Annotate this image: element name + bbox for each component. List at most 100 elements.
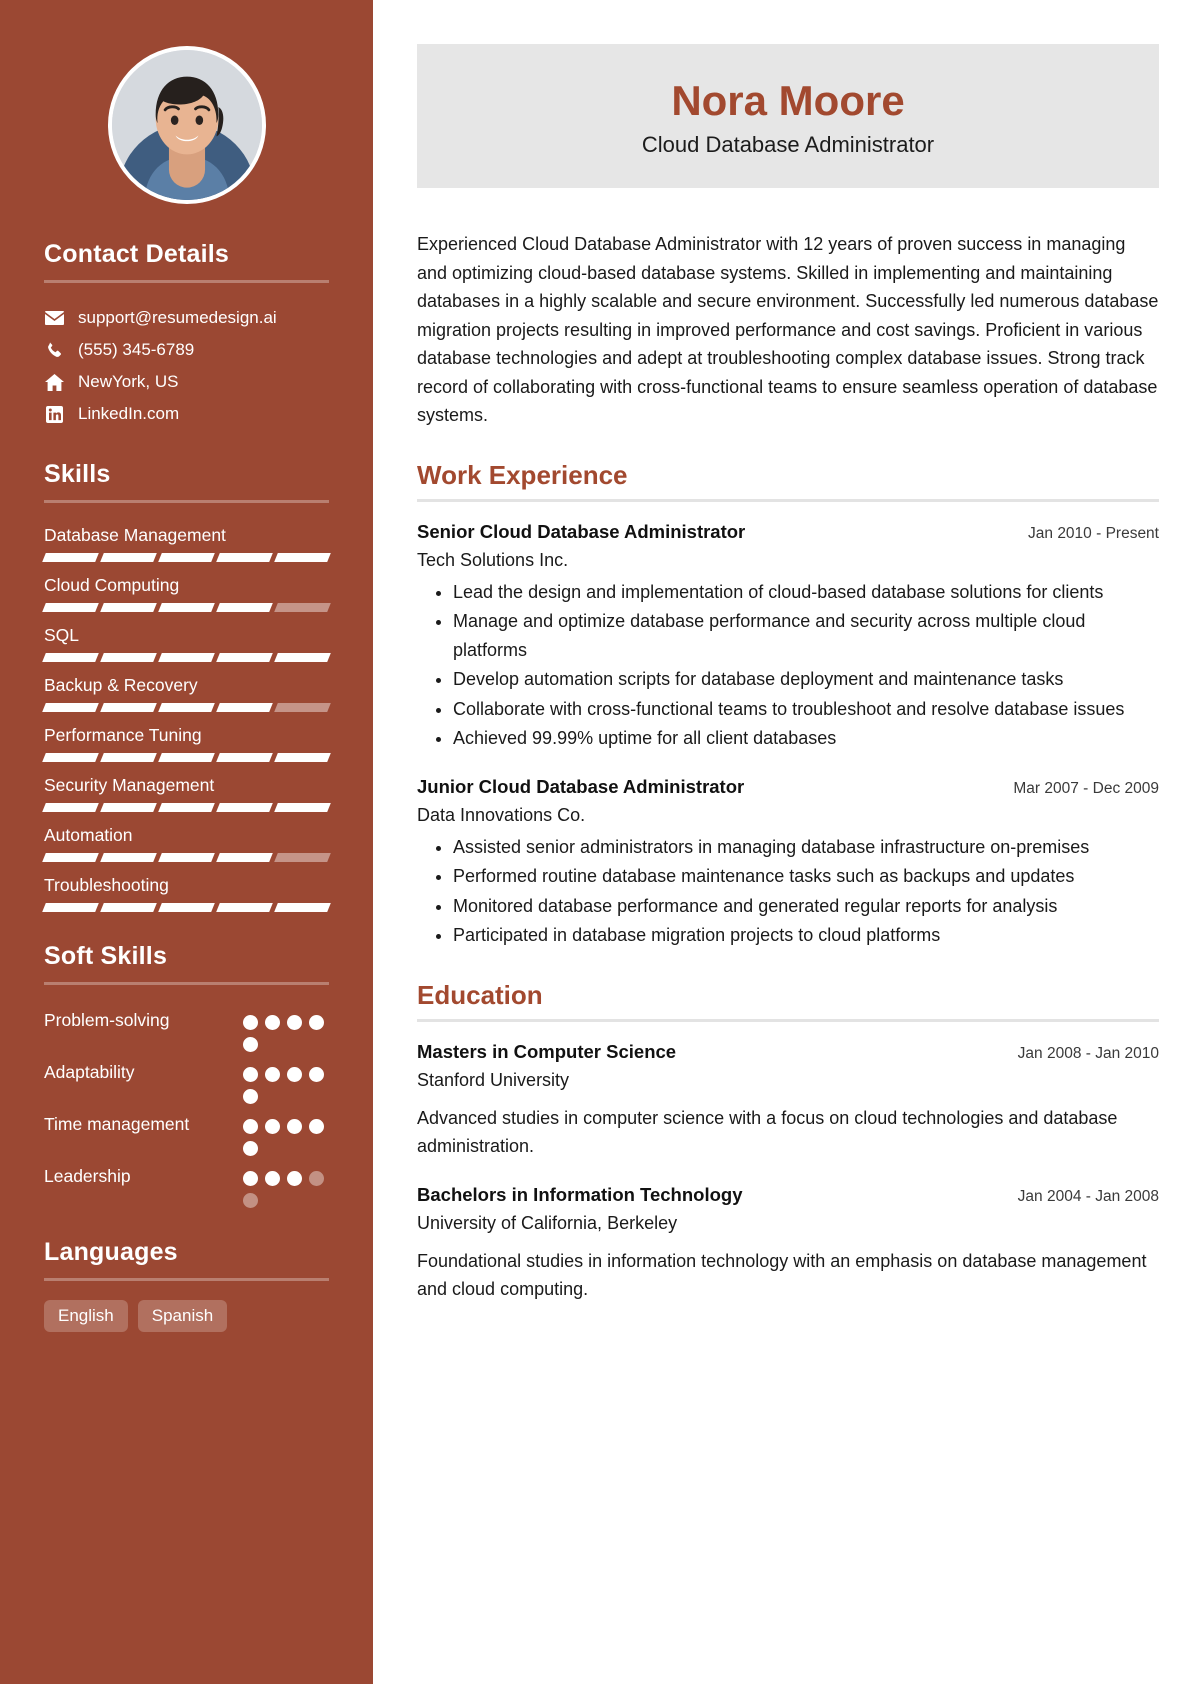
skill-segment (42, 653, 99, 662)
divider (44, 280, 329, 283)
main-content: Nora Moore Cloud Database Administrator … (373, 0, 1200, 1684)
skill-segment (158, 803, 215, 812)
soft-skills-list: Problem-solving Adaptability Time manageme… (44, 1004, 329, 1208)
skill-segment (274, 903, 331, 912)
contact-item-location[interactable]: NewYork, US (44, 366, 329, 398)
rating-dot (309, 1015, 324, 1030)
sidebar: Contact Details support@resumedesign.ai … (0, 0, 373, 1684)
skill-label: Cloud Computing (44, 575, 180, 595)
rating-dot (243, 1089, 258, 1104)
languages-heading: Languages (44, 1238, 178, 1266)
work-bullet: Lead the design and implementation of cl… (453, 578, 1159, 607)
rating-dot (243, 1037, 258, 1052)
profile-photo-icon (111, 50, 262, 200)
soft-skill-row: Leadership (44, 1160, 329, 1208)
work-bullet: Manage and optimize database performance… (453, 607, 1159, 664)
education-description: Foundational studies in information tech… (417, 1250, 1147, 1300)
skill-segment (42, 903, 99, 912)
work-bullet: Collaborate with cross-functional teams … (453, 695, 1159, 724)
divider (44, 982, 329, 985)
education-date-range: Jan 2008 - Jan 2010 (1017, 1044, 1159, 1062)
rating-dot (287, 1067, 302, 1082)
skill-segment (274, 703, 331, 712)
contact-location-text: NewYork, US (78, 372, 179, 391)
rating-dot (287, 1015, 302, 1030)
work-bullet: Develop automation scripts for database … (453, 665, 1159, 694)
rating-dot (243, 1141, 258, 1156)
skill-segment (100, 903, 157, 912)
education-entry-header: Masters in Computer Science Jan 2008 - Ja… (417, 1038, 1159, 1066)
divider (417, 498, 1159, 502)
languages-section: Languages English Spanish (44, 1238, 329, 1332)
education-description: Advanced studies in computer science wit… (417, 1107, 1118, 1157)
skill-label: Automation (44, 825, 133, 845)
page-title: Nora Moore (671, 77, 905, 124)
education-degree: Bachelors in Information Technology (417, 1183, 743, 1205)
work-bullet: Achieved 99.99% uptime for all client da… (453, 724, 1159, 753)
skill-segment (216, 703, 273, 712)
rating-dot (265, 1067, 280, 1082)
skill-segment (158, 603, 215, 612)
contact-item-email[interactable]: support@resumedesign.ai (44, 302, 329, 334)
education-section: Education Masters in Computer Science Jan… (417, 980, 1159, 1304)
home-icon (44, 373, 65, 391)
skill-segment (216, 903, 273, 912)
skill-segment (158, 553, 215, 562)
avatar (107, 46, 266, 204)
soft-skill-label: Time management (44, 1114, 190, 1134)
work-bullet: Assisted senior administrators in managi… (453, 833, 1159, 862)
skill-level-bar (42, 603, 331, 612)
rating-dot (287, 1171, 302, 1186)
skill-segment (100, 803, 157, 812)
language-chip[interactable]: English (44, 1300, 128, 1332)
education-date-range: Jan 2004 - Jan 2008 (1017, 1187, 1159, 1205)
divider (44, 500, 329, 503)
education-school: University of California, Berkeley (417, 1212, 678, 1233)
skill-level-bar (42, 753, 331, 762)
soft-skills-section: Soft Skills Problem-solving Adaptability T… (44, 942, 329, 1208)
contact-item-linkedin[interactable]: LinkedIn.com (44, 398, 329, 430)
skill-segment (42, 853, 99, 862)
rating-dot (309, 1067, 324, 1082)
skill-label: SQL (44, 625, 80, 645)
skill-segment (158, 653, 215, 662)
rating-dot (243, 1119, 258, 1134)
skill-segment (100, 703, 157, 712)
education-entry: Bachelors in Information Technology Jan 2… (417, 1181, 1159, 1304)
divider (417, 1018, 1159, 1022)
name-card: Nora Moore Cloud Database Administrator (417, 44, 1159, 189)
work-company: Data Innovations Co. (417, 804, 586, 825)
work-role: Junior Cloud Database Administrator (417, 775, 745, 797)
contact-item-phone[interactable]: (555) 345-6789 (44, 334, 329, 366)
skill-segment (216, 603, 273, 612)
skill-label: Troubleshooting (44, 875, 169, 895)
skill-segment (216, 853, 273, 862)
rating-dot (287, 1119, 302, 1134)
contact-details-heading: Contact Details (44, 240, 229, 268)
work-bullet: Performed routine database maintenance t… (453, 862, 1159, 891)
skill-segment (158, 853, 215, 862)
education-heading: Education (417, 979, 543, 1010)
skill-segment (158, 703, 215, 712)
education-school: Stanford University (417, 1069, 570, 1090)
rating-dot (243, 1067, 258, 1082)
language-chip[interactable]: Spanish (137, 1300, 228, 1332)
resume-page: Contact Details support@resumedesign.ai … (0, 0, 1200, 1684)
soft-skill-row: Adaptability (44, 1056, 329, 1104)
work-bullet-list: Lead the design and implementation of cl… (417, 578, 1159, 753)
work-experience-list: Senior Cloud Database Administrator Jan 2… (417, 518, 1159, 950)
soft-skill-row: Time management (44, 1108, 329, 1156)
contact-email-text: support@resumedesign.ai (78, 308, 277, 327)
rating-dot (309, 1171, 324, 1186)
skill-segment (42, 803, 99, 812)
soft-skill-rating (243, 1004, 329, 1052)
education-entry-header: Bachelors in Information Technology Jan 2… (417, 1181, 1159, 1209)
work-experience-heading: Work Experience (417, 459, 628, 490)
job-title: Cloud Database Administrator (641, 132, 935, 158)
skill-level-bar (42, 853, 331, 862)
skill-segment (274, 603, 331, 612)
work-bullet-list: Assisted senior administrators in managi… (417, 833, 1159, 950)
languages-list: English Spanish (44, 1300, 329, 1332)
work-date-range: Mar 2007 - Dec 2009 (1013, 779, 1159, 797)
phone-icon (44, 341, 65, 359)
